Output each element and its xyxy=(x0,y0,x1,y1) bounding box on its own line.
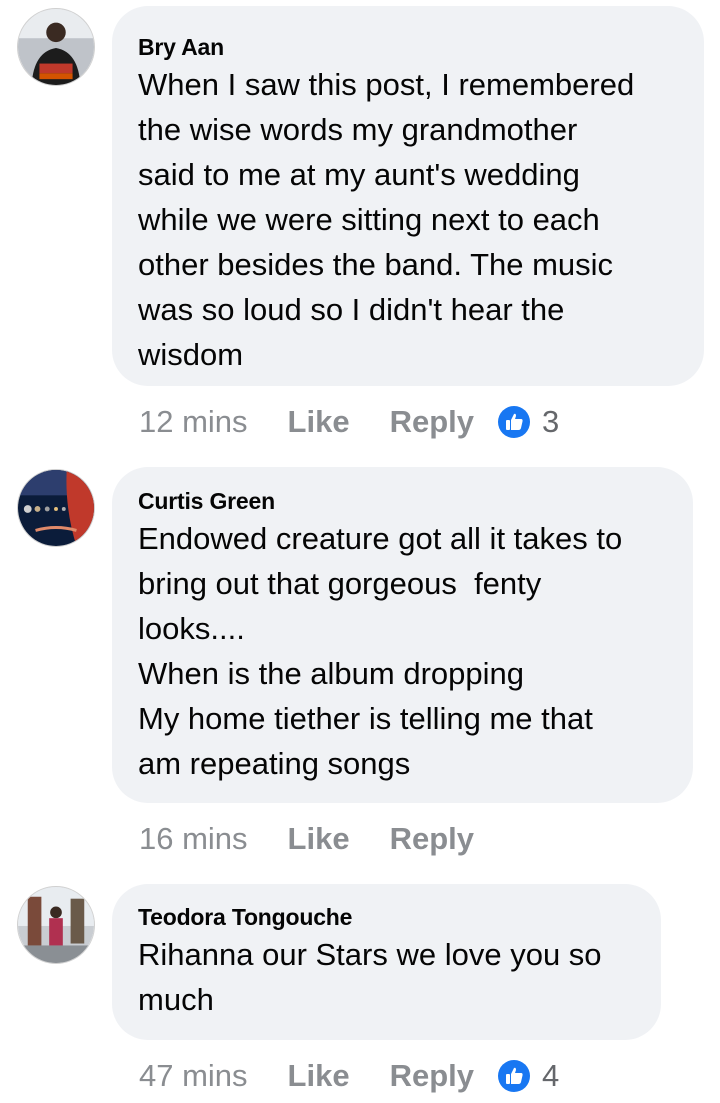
reaction-count[interactable]: 4 xyxy=(542,1058,559,1094)
comment-timestamp[interactable]: 47 mins xyxy=(139,1058,248,1094)
comment-text: When I saw this post, I remembered the w… xyxy=(138,67,635,372)
comment-text: Endowed creature got all it takes to bri… xyxy=(138,521,623,781)
comment-bubble: Bry Aan When I saw this post, I remember… xyxy=(112,6,704,386)
reply-button[interactable]: Reply xyxy=(390,404,474,440)
avatar[interactable] xyxy=(17,8,95,86)
comment-author[interactable]: Bry Aan xyxy=(138,33,678,61)
comment-author[interactable]: Curtis Green xyxy=(138,487,667,515)
comment-author[interactable]: Teodora Tongouche xyxy=(138,903,635,931)
comment-actions: 47 mins Like Reply 4 xyxy=(139,1056,559,1096)
comment-timestamp[interactable]: 16 mins xyxy=(139,821,248,857)
avatar[interactable] xyxy=(17,886,95,964)
comment-text: Rihanna our Stars we love you so much xyxy=(138,937,602,1017)
reply-button[interactable]: Reply xyxy=(390,1058,474,1094)
comment-timestamp[interactable]: 12 mins xyxy=(139,404,248,440)
like-button[interactable]: Like xyxy=(288,1058,350,1094)
comment-bubble: Curtis Green Endowed creature got all it… xyxy=(112,467,693,803)
avatar[interactable] xyxy=(17,469,95,547)
comment-bubble: Teodora Tongouche Rihanna our Stars we l… xyxy=(112,884,661,1040)
reaction-count[interactable]: 3 xyxy=(542,404,559,440)
like-button[interactable]: Like xyxy=(288,404,350,440)
reply-button[interactable]: Reply xyxy=(390,821,474,857)
like-button[interactable]: Like xyxy=(288,821,350,857)
comment-actions: 12 mins Like Reply 3 xyxy=(139,402,559,442)
comment-actions: 16 mins Like Reply xyxy=(139,819,498,859)
like-thumbs-up-icon[interactable] xyxy=(498,406,530,438)
like-thumbs-up-icon[interactable] xyxy=(498,1060,530,1092)
